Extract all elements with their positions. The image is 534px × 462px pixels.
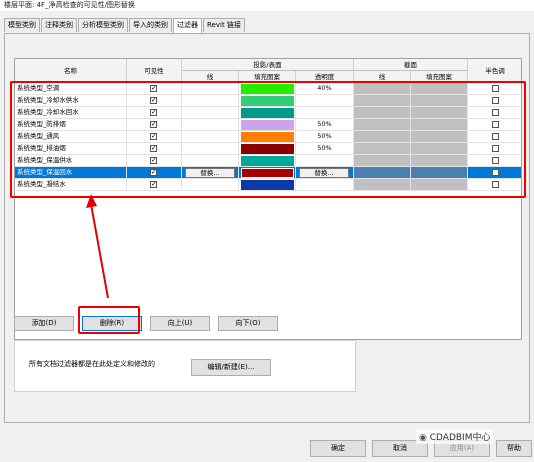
header-projection: 投影/表面 — [182, 59, 354, 71]
help-button[interactable]: 帮助 — [496, 440, 532, 457]
header-cut: 截面 — [354, 59, 468, 71]
tab-annotation-categories[interactable]: 注释类别 — [41, 18, 77, 32]
tab-revit-links[interactable]: Revit 链接 — [203, 18, 245, 32]
window-title: 楼层平面: 4F_净高检查的可见性/图形替换 — [0, 0, 534, 11]
tab-imported-categories[interactable]: 导入的类别 — [129, 18, 172, 32]
edit-new-button[interactable]: 编辑/新建(E)... — [191, 359, 271, 376]
move-up-button[interactable]: 向上(U) — [150, 316, 210, 331]
watermark-text: CDADBIM中心 — [429, 433, 491, 443]
header-halftone: 半色调 — [468, 59, 521, 83]
annotation-rows-highlight — [10, 81, 526, 198]
annotation-delete-highlight — [78, 306, 140, 334]
move-down-button[interactable]: 向下(O) — [218, 316, 278, 331]
header-name: 名称 — [15, 59, 127, 83]
filters-info-box: 所有文档过滤器都是在此处定义和修改的 编辑/新建(E)... — [14, 340, 356, 392]
add-button[interactable]: 添加(D) — [14, 316, 74, 331]
header-visibility: 可见性 — [127, 59, 182, 83]
watermark: ◉ CDADBIM中心 — [416, 429, 494, 444]
tab-bar: 模型类别 注释类别 分析模型类别 导入的类别 过滤器 Revit 链接 — [4, 18, 246, 33]
tab-analytical-categories[interactable]: 分析模型类别 — [78, 18, 128, 32]
ok-button[interactable]: 确定 — [310, 440, 366, 457]
tab-model-categories[interactable]: 模型类别 — [4, 18, 40, 32]
info-text: 所有文档过滤器都是在此处定义和修改的 — [29, 360, 155, 368]
tab-filters[interactable]: 过滤器 — [173, 18, 202, 33]
wechat-icon: ◉ — [419, 433, 427, 443]
